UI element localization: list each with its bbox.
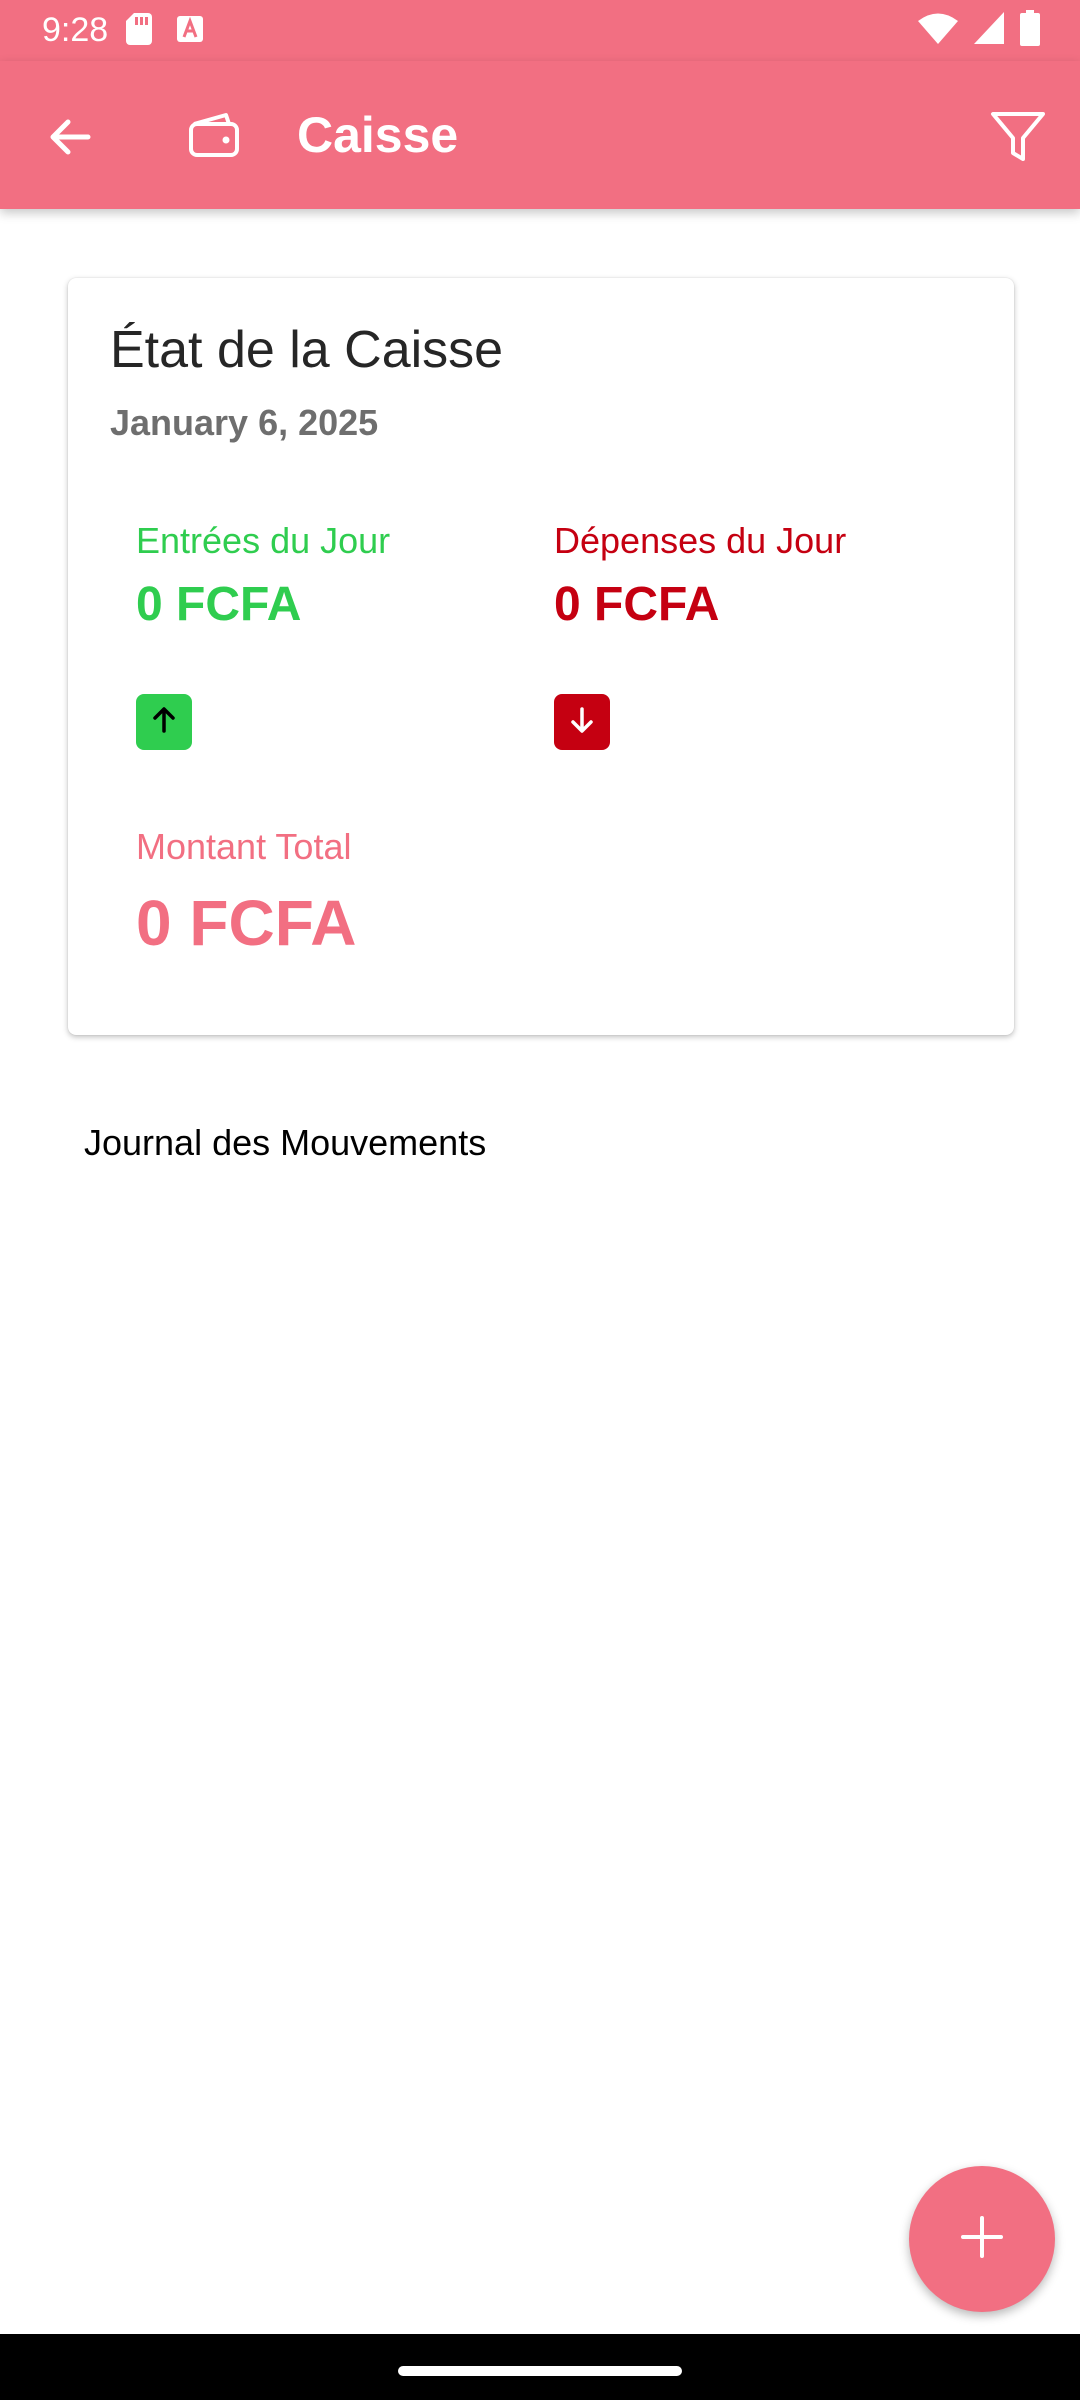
- status-right-icons: [918, 9, 1040, 51]
- status-time: 9:28: [42, 11, 109, 49]
- page-title: Caisse: [297, 107, 459, 163]
- filter-icon: [990, 111, 1046, 168]
- income-value: 0 FCFA: [136, 578, 302, 631]
- wifi-icon: [918, 12, 958, 49]
- system-nav-bar: [0, 2334, 1080, 2400]
- status-bar: 9:28: [0, 0, 1080, 61]
- keyboard-a-icon: [176, 15, 204, 48]
- journal-title: Journal des Mouvements: [84, 1122, 487, 1163]
- back-arrow-icon: [46, 113, 94, 166]
- card-title: État de la Caisse: [110, 321, 504, 379]
- app-bar: Caisse: [0, 61, 1080, 209]
- back-button[interactable]: [30, 99, 110, 179]
- expenses-value: 0 FCFA: [554, 578, 720, 631]
- plus-icon: [959, 2214, 1005, 2265]
- add-movement-button[interactable]: [909, 2166, 1055, 2312]
- arrow-down-icon: [567, 705, 597, 740]
- expenses-label: Dépenses du Jour: [554, 520, 847, 561]
- sd-card-icon: [126, 12, 152, 50]
- income-label: Entrées du Jour: [136, 520, 391, 561]
- card-date: January 6, 2025: [110, 402, 379, 443]
- journal-list: [0, 1180, 1080, 2140]
- wallet-icon: [184, 105, 244, 165]
- status-left-icons: [126, 12, 204, 50]
- expenses-indicator: [554, 694, 610, 750]
- battery-icon: [1020, 9, 1040, 51]
- home-gesture-handle[interactable]: [398, 2366, 682, 2376]
- signal-icon: [974, 11, 1004, 49]
- cash-summary-card: État de la Caisse January 6, 2025 Entrée…: [68, 278, 1014, 1035]
- filter-button[interactable]: [978, 99, 1058, 179]
- total-value: 0 FCFA: [136, 887, 357, 959]
- arrow-up-icon: [149, 705, 179, 740]
- total-label: Montant Total: [136, 826, 352, 867]
- income-indicator: [136, 694, 192, 750]
